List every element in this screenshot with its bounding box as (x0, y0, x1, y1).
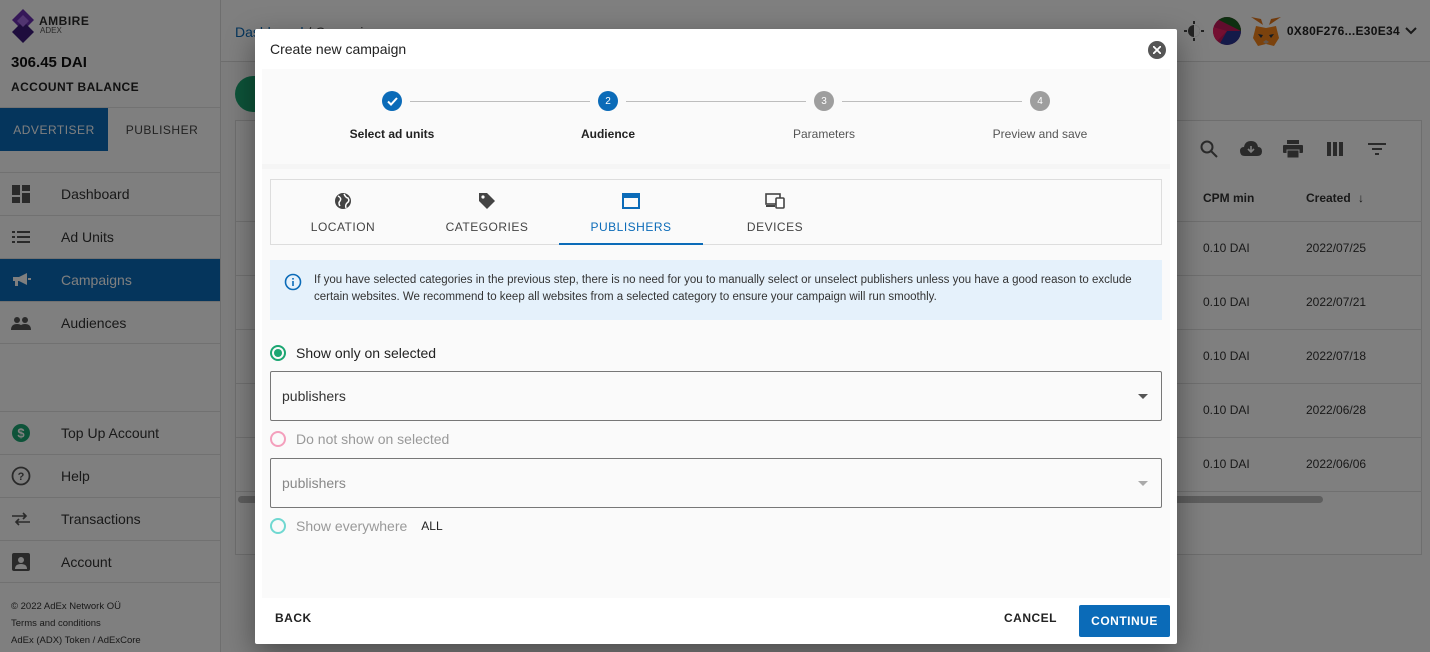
publishers-exclude-select[interactable]: publishers (270, 458, 1162, 508)
step-number: 2 (598, 91, 618, 111)
step-label: Preview and save (992, 127, 1088, 141)
tab-categories[interactable]: CATEGORIES (415, 180, 559, 244)
step-number: 3 (814, 91, 834, 111)
option-label: Show everywhere (296, 518, 408, 534)
radio-unchecked[interactable] (270, 431, 286, 447)
back-button[interactable]: BACK (275, 611, 312, 625)
dropdown-arrow-icon (1138, 394, 1148, 399)
step-number: 4 (1030, 91, 1050, 111)
cancel-button[interactable]: CANCEL (1004, 611, 1057, 625)
step-label: Parameters (792, 127, 856, 141)
stepper: Select ad units 2 Audience 3 Parameters … (262, 69, 1170, 164)
devices-icon (765, 191, 785, 211)
step-connector (842, 101, 1022, 102)
option-value: ALL (421, 519, 443, 533)
info-text: If you have selected categories in the p… (314, 274, 1132, 303)
tab-location[interactable]: LOCATION (271, 180, 415, 244)
publishers-include-select[interactable]: publishers (270, 371, 1162, 421)
close-button[interactable] (1148, 41, 1166, 59)
option-label: Show only on selected (296, 345, 437, 361)
audience-content: LOCATION CATEGORIES PUBLISHERS DEVICES I… (262, 169, 1170, 598)
tab-location-label: LOCATION (310, 220, 376, 234)
check-icon (382, 91, 402, 111)
audience-tabs: LOCATION CATEGORIES PUBLISHERS DEVICES (270, 179, 1162, 245)
tab-devices[interactable]: DEVICES (703, 180, 847, 244)
option-do-not-show-selected[interactable]: Do not show on selected (270, 431, 449, 447)
globe-icon (333, 191, 353, 211)
step-connector (626, 101, 806, 102)
radio-checked[interactable] (270, 345, 286, 361)
radio-unchecked[interactable] (270, 518, 286, 534)
dropdown-arrow-icon (1138, 481, 1148, 486)
option-label: Do not show on selected (296, 431, 450, 447)
select-value: publishers (282, 388, 346, 404)
dialog-body: Select ad units 2 Audience 3 Parameters … (262, 69, 1170, 598)
step-connector (410, 101, 590, 102)
info-alert: If you have selected categories in the p… (270, 260, 1162, 320)
tab-publishers[interactable]: PUBLISHERS (559, 180, 703, 245)
continue-button[interactable]: CONTINUE (1079, 605, 1170, 637)
info-icon (284, 273, 302, 291)
create-campaign-dialog: Create new campaign Select ad units 2 Au… (255, 29, 1177, 644)
dialog-title: Create new campaign (270, 41, 407, 57)
step-label: Audience (580, 127, 635, 141)
select-value: publishers (282, 475, 346, 491)
tag-icon (477, 191, 497, 211)
option-show-everywhere[interactable]: Show everywhere ALL (270, 518, 443, 534)
step-label: Select ad units (349, 127, 435, 141)
web-window-icon (621, 191, 641, 211)
tab-devices-label: DEVICES (746, 220, 804, 234)
close-icon (1153, 46, 1161, 54)
option-show-only-selected[interactable]: Show only on selected (270, 345, 436, 361)
dialog-footer: BACK CANCEL CONTINUE (262, 598, 1170, 644)
tab-publishers-label: PUBLISHERS (590, 220, 672, 234)
tab-categories-label: CATEGORIES (445, 220, 529, 234)
